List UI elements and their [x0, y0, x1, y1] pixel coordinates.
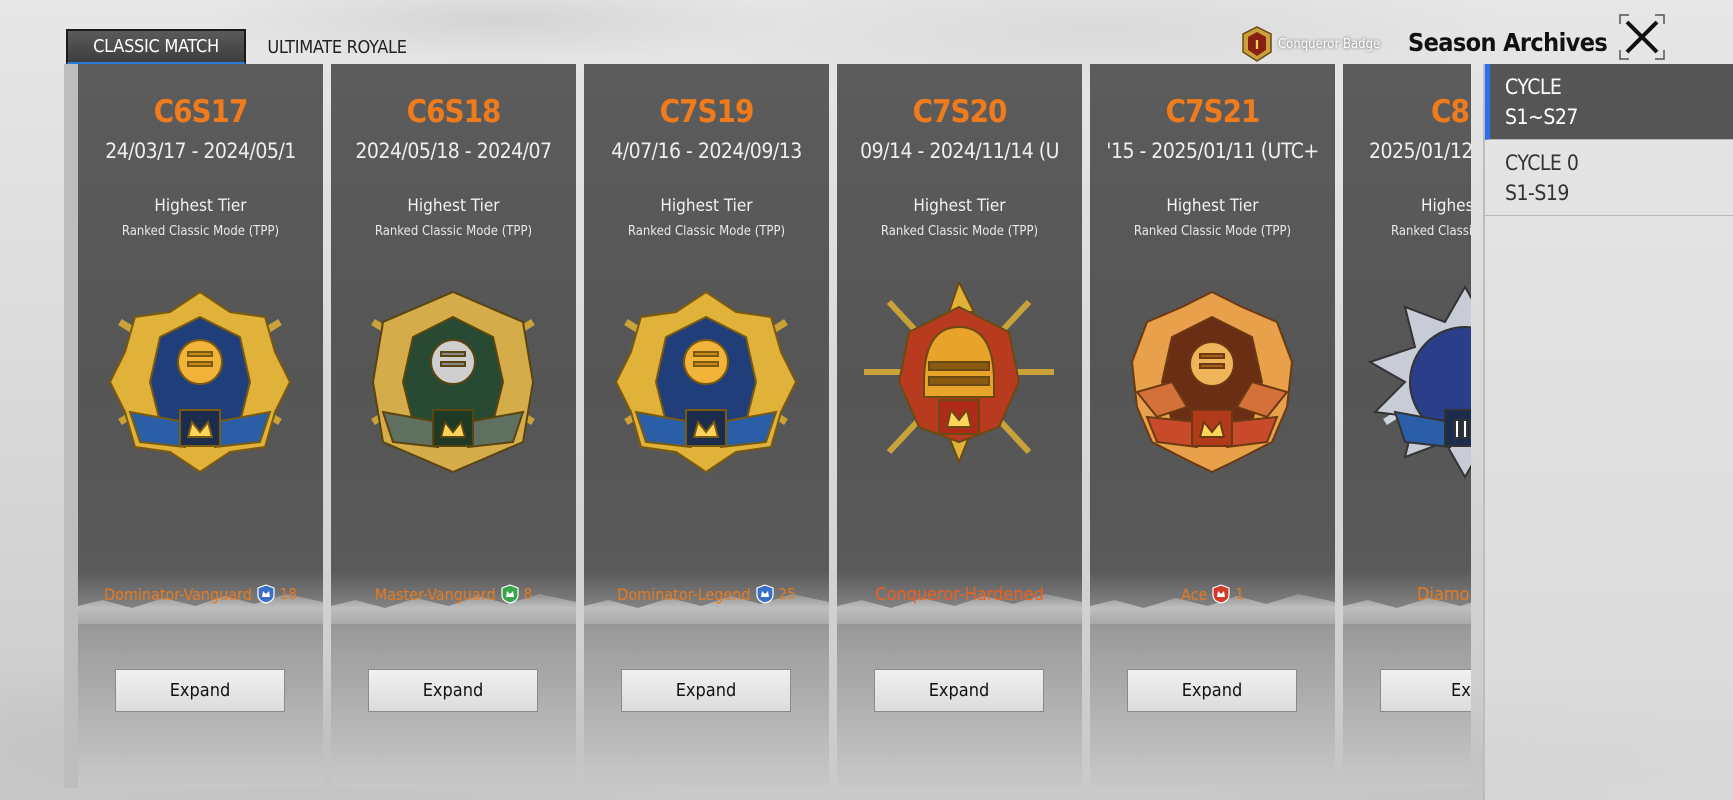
rank-label: Dominator-Legend 25	[584, 584, 829, 604]
season-card: C8S 2025/01/12 Highest Ranked Classic Di…	[1343, 64, 1471, 788]
season-code: C6S17	[153, 94, 249, 130]
season-card: C7S20 09/14 - 2024/11/14 (U Highest Tier…	[837, 64, 1082, 788]
season-code: C7S20	[912, 94, 1008, 130]
expand-button[interactable]: Expand	[115, 669, 285, 712]
cycle-item-title: CYCLE 0	[1505, 151, 1579, 175]
tab-classic-match[interactable]: CLASSIC MATCH	[66, 29, 246, 65]
season-code: C8S	[1431, 94, 1471, 130]
expand-button[interactable]: Expand	[368, 669, 538, 712]
conqueror-badge-label: Conqueror Badge	[1278, 36, 1381, 52]
rank-label: Dominator-Vanguard 18	[78, 584, 323, 604]
highest-tier-label: Highest Tier	[407, 196, 500, 216]
season-code: C7S19	[659, 94, 755, 130]
cycle-item-0[interactable]: CYCLE 0 S1-S19	[1485, 140, 1733, 216]
rank-label: Ace 1	[1090, 584, 1335, 604]
rank-points: 18	[279, 585, 298, 603]
mode-label: Ranked Classic	[1391, 224, 1471, 239]
tab-classic-match-label: CLASSIC MATCH	[93, 36, 219, 57]
rank-shield-icon	[755, 584, 774, 604]
rank-shield-icon	[257, 584, 275, 604]
rank-name: Diamo	[1417, 584, 1470, 605]
rank-name: Dominator-Legend	[617, 584, 751, 604]
season-dates: 24/03/17 - 2024/05/1	[105, 139, 296, 163]
tab-ultimate-royale-label: ULTIMATE ROYALE	[267, 36, 407, 58]
tab-ultimate-royale[interactable]: ULTIMATE ROYALE	[262, 29, 412, 65]
expand-button[interactable]: Expand	[1127, 669, 1297, 712]
expand-button[interactable]: Expand	[874, 669, 1044, 712]
cycle-panel: CYCLE S1~S27 CYCLE 0 S1-S19	[1483, 64, 1733, 800]
mode-label: Ranked Classic Mode (TPP)	[880, 224, 1039, 239]
rank-name: Master-Vanguard	[374, 584, 496, 604]
cycle-item-range: S1-S19	[1505, 181, 1569, 205]
season-card-list[interactable]: C6S17 24/03/17 - 2024/05/1 Highest Tier …	[64, 64, 1471, 788]
season-card: C7S21 '15 - 2025/01/11 (UTC+ Highest Tie…	[1090, 64, 1335, 788]
page-title: Season Archives	[1408, 28, 1608, 57]
rank-shield-icon	[500, 584, 519, 604]
highest-tier-label: Highest Tier	[1166, 196, 1259, 216]
ace-emblem-icon	[1130, 290, 1294, 474]
mode-label: Ranked Classic Mode (TPP)	[374, 224, 533, 239]
highest-tier-label: Highest Tier	[154, 196, 247, 216]
rank-points: 1	[1235, 585, 1244, 603]
dominator-emblem-icon	[108, 290, 292, 474]
dominator-emblem-icon	[614, 290, 798, 474]
conqueror-badge-link[interactable]: I Conqueror Badge	[1240, 24, 1380, 64]
rank-name: Ace	[1181, 584, 1208, 604]
highest-tier-label: Highest	[1421, 196, 1471, 216]
season-card: C7S19 4/07/16 - 2024/09/13 Highest Tier …	[584, 64, 829, 788]
season-card: C6S18 2024/05/18 - 2024/07 Highest Tier …	[331, 64, 576, 788]
season-dates: '15 - 2025/01/11 (UTC+	[1106, 139, 1319, 163]
master-emblem-icon	[371, 290, 535, 474]
close-button[interactable]	[1617, 12, 1667, 62]
close-icon	[1619, 14, 1665, 60]
highest-tier-label: Highest Tier	[660, 196, 753, 216]
rank-shield-icon	[1212, 584, 1230, 604]
rank-name: Dominator-Vanguard	[103, 584, 252, 604]
conqueror-emblem-icon	[864, 282, 1054, 465]
rank-label: Master-Vanguard 8	[331, 584, 576, 604]
season-dates: 09/14 - 2024/11/14 (U	[860, 139, 1059, 163]
rank-points: 8	[523, 585, 533, 603]
diamond-emblem-icon	[1367, 284, 1471, 480]
season-code: C7S21	[1165, 94, 1261, 130]
mode-label: Ranked Classic Mode (TPP)	[1133, 224, 1292, 239]
season-dates: 2024/05/18 - 2024/07	[355, 139, 552, 163]
highest-tier-label: Highest Tier	[913, 196, 1006, 216]
season-dates: 2025/01/12	[1369, 139, 1471, 163]
season-dates: 4/07/16 - 2024/09/13	[611, 139, 802, 163]
mode-label: Ranked Classic Mode (TPP)	[121, 224, 280, 239]
expand-button[interactable]: Expand	[621, 669, 791, 712]
rank-points: 25	[778, 585, 796, 603]
svg-text:I: I	[1255, 38, 1259, 52]
mode-label: Ranked Classic Mode (TPP)	[627, 224, 786, 239]
expand-button[interactable]: Expa	[1380, 669, 1471, 712]
season-code: C6S18	[406, 94, 502, 130]
cycle-item-current[interactable]: CYCLE S1~S27	[1485, 64, 1733, 140]
conqueror-badge-icon: I	[1242, 26, 1272, 62]
cycle-item-title: CYCLE	[1505, 75, 1562, 99]
rank-name: Conqueror-Hardened	[875, 584, 1044, 605]
cycle-item-range: S1~S27	[1505, 105, 1578, 129]
rank-label: Diamo	[1343, 584, 1471, 605]
rank-label: Conqueror-Hardened	[837, 584, 1082, 605]
season-card: C6S17 24/03/17 - 2024/05/1 Highest Tier …	[78, 64, 323, 788]
